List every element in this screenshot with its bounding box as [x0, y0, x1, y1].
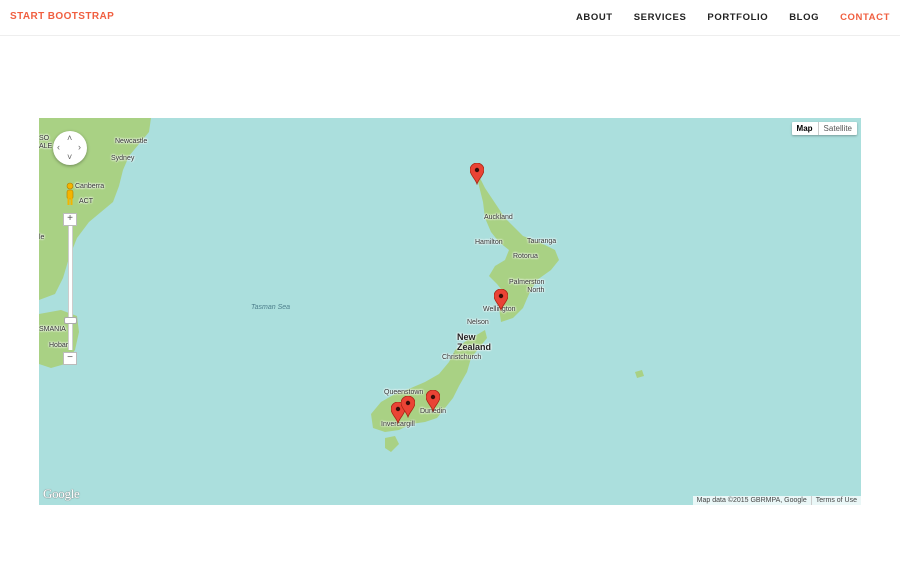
- nav-links: ABOUT SERVICES PORTFOLIO BLOG CONTACT: [555, 12, 890, 23]
- zoom-control: + −: [63, 213, 77, 365]
- pan-right-icon[interactable]: ›: [78, 143, 81, 152]
- place-label-tauranga: Tauranga: [527, 238, 557, 245]
- stewart-island: [385, 436, 399, 452]
- map-type-satellite-button[interactable]: Satellite: [819, 122, 857, 135]
- place-label-victoria: le: [39, 234, 45, 241]
- navbar: START BOOTSTRAP ABOUT SERVICES PORTFOLIO…: [0, 0, 900, 36]
- place-label-sydney: Sydney: [111, 155, 135, 162]
- map-attribution: Map data ©2015 GBRMPA, Google Terms of U…: [692, 496, 861, 505]
- map-terrain: [39, 118, 644, 452]
- nav-blog-link[interactable]: BLOG: [789, 12, 819, 23]
- map-type-control: Map Satellite: [791, 122, 857, 135]
- place-label-hamilton: Hamilton: [475, 239, 503, 246]
- place-label-palmerston-north: Palmerston North: [509, 279, 545, 294]
- place-label-christchurch: Christchurch: [442, 354, 482, 361]
- place-label-nelson: Nelson: [467, 319, 489, 326]
- place-label-tasmania: SMANIA: [39, 326, 66, 333]
- pan-left-icon[interactable]: ‹: [57, 143, 60, 152]
- map-marker-southland-2[interactable]: [401, 396, 415, 418]
- place-label-tasman-sea: Tasman Sea: [251, 304, 291, 311]
- place-label-rotorua: Rotorua: [513, 253, 538, 260]
- map-marker-wellington[interactable]: [494, 289, 508, 311]
- pegman-icon[interactable]: [64, 182, 76, 206]
- nav-portfolio-link[interactable]: PORTFOLIO: [707, 12, 768, 23]
- map-marker-northland[interactable]: [470, 163, 484, 185]
- place-label-auckland: Auckland: [484, 214, 513, 221]
- terms-of-use-link[interactable]: Terms of Use: [810, 496, 861, 505]
- zoom-slider-handle[interactable]: [64, 317, 77, 324]
- nav-services-link[interactable]: SERVICES: [634, 12, 687, 23]
- place-label-act: ACT: [79, 198, 93, 205]
- brand-link[interactable]: START BOOTSTRAP: [10, 11, 114, 22]
- place-label-newcastle: Newcastle: [115, 138, 148, 145]
- map-canvas[interactable]: Newcastle Sydney Canberra ACT SO ALE le …: [39, 118, 861, 505]
- zoom-out-button[interactable]: −: [63, 352, 77, 365]
- map-marker-dunedin[interactable]: [426, 390, 440, 412]
- pan-up-icon[interactable]: ˄: [67, 134, 72, 143]
- map-data-credit: Map data ©2015 GBRMPA, Google: [696, 497, 807, 504]
- zoom-in-button[interactable]: +: [63, 213, 77, 226]
- map-type-map-button[interactable]: Map: [792, 122, 819, 135]
- place-label-canberra: Canberra: [75, 183, 105, 190]
- place-label-queenstown: Queenstown: [384, 389, 424, 396]
- nav-about-link[interactable]: ABOUT: [576, 12, 613, 23]
- place-label-new-zealand: New Zealand: [457, 332, 492, 352]
- place-label-new-south-wales: SO ALE: [39, 135, 53, 150]
- zoom-track[interactable]: [68, 226, 73, 350]
- nav-contact-link[interactable]: CONTACT: [840, 12, 890, 23]
- pan-control[interactable]: ˄ ˅ ‹ ›: [53, 131, 87, 165]
- google-logo[interactable]: Google: [43, 486, 80, 502]
- pan-down-icon[interactable]: ˅: [67, 153, 72, 162]
- chatham-islands: [635, 370, 644, 378]
